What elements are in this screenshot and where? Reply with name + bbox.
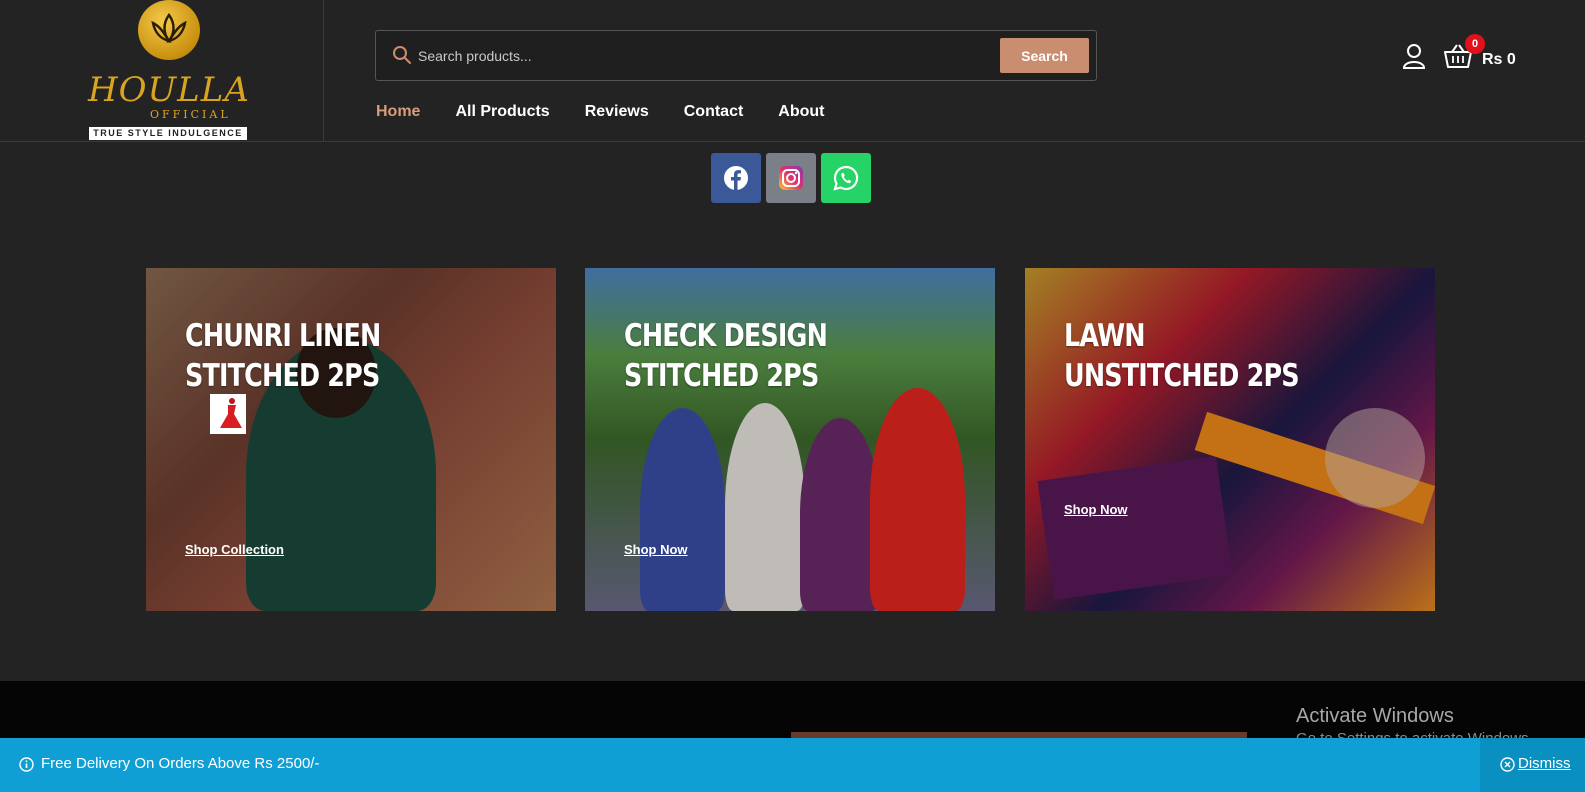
- nav-contact[interactable]: Contact: [684, 101, 744, 123]
- site-header: HOULLA OFFICIAL TRUE STYLE INDULGENCE Se…: [0, 0, 1585, 142]
- collection-card-check-design[interactable]: CHECK DESIGN STITCHED 2PS Shop Now: [585, 268, 995, 611]
- nav-about[interactable]: About: [778, 101, 824, 123]
- nav-home[interactable]: Home: [376, 101, 420, 123]
- brand-logo[interactable]: HOULLA OFFICIAL TRUE STYLE INDULGENCE: [0, 0, 324, 142]
- close-circle-icon[interactable]: [1500, 757, 1515, 777]
- brand-name: HOULLA: [88, 70, 250, 110]
- collection-title: CHUNRI LINEN STITCHED 2PS: [185, 318, 381, 394]
- dismiss-button[interactable]: Dismiss: [1518, 755, 1571, 772]
- lotus-icon: [138, 0, 200, 60]
- search-button[interactable]: Search: [1000, 38, 1089, 73]
- whatsapp-icon: [833, 165, 859, 191]
- nav-all-products[interactable]: All Products: [455, 101, 549, 123]
- collection-card-chunri-linen[interactable]: CHUNRI LINEN STITCHED 2PS Shop Collectio…: [146, 268, 556, 611]
- facebook-icon: [724, 166, 748, 190]
- instagram-icon: [779, 166, 803, 190]
- dismiss-area[interactable]: Dismiss: [1480, 738, 1585, 792]
- search-icon: [392, 45, 412, 70]
- brand-tagline: TRUE STYLE INDULGENCE: [89, 127, 247, 140]
- store-notice: Free Delivery On Orders Above Rs 2500/- …: [0, 738, 1585, 792]
- nav-reviews[interactable]: Reviews: [585, 101, 649, 123]
- main-nav: Home All Products Reviews Contact About: [376, 101, 860, 123]
- info-icon: [19, 757, 34, 777]
- dress-icon: [210, 394, 246, 434]
- search-input[interactable]: [418, 41, 968, 71]
- shop-now-link[interactable]: Shop Now: [1064, 502, 1128, 517]
- collection-card-lawn-unstitched[interactable]: LAWN UNSTITCHED 2PS Shop Now: [1025, 268, 1435, 611]
- collection-title: CHECK DESIGN STITCHED 2PS: [624, 318, 828, 394]
- social-links: [711, 153, 871, 203]
- collection-title: LAWN UNSTITCHED 2PS: [1064, 318, 1300, 394]
- search-bar: Search: [375, 30, 1097, 81]
- instagram-link[interactable]: [766, 153, 816, 203]
- activate-windows-title: Activate Windows: [1296, 705, 1454, 727]
- notice-text: Free Delivery On Orders Above Rs 2500/-: [41, 755, 320, 772]
- brand-subname: OFFICIAL: [150, 108, 231, 121]
- shop-now-link[interactable]: Shop Now: [624, 542, 688, 557]
- facebook-link[interactable]: [711, 153, 761, 203]
- shop-collection-link[interactable]: Shop Collection: [185, 542, 284, 557]
- cart-total[interactable]: Rs 0: [1482, 51, 1516, 69]
- user-icon[interactable]: [1402, 43, 1426, 74]
- whatsapp-link[interactable]: [821, 153, 871, 203]
